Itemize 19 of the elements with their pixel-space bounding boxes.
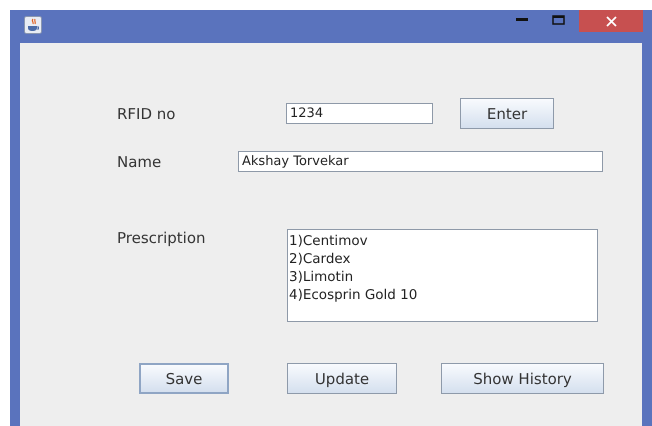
close-icon <box>606 16 616 26</box>
action-button[interactable]: Update <box>287 363 397 394</box>
close-button[interactable] <box>579 10 643 32</box>
prescription-line: 2)Cardex <box>289 250 352 268</box>
name-label: Name <box>117 153 162 171</box>
rfid-label: RFID no <box>117 105 176 123</box>
prescription-label: Prescription <box>117 229 206 247</box>
rfid-field[interactable]: 1234 <box>286 103 433 124</box>
action-button[interactable]: Save <box>139 363 229 394</box>
prescription-line: 1)Centimov <box>289 232 369 250</box>
enter-button[interactable]: Enter <box>460 98 554 129</box>
prescription-line: 4)Ecosprin Gold 10 <box>289 286 418 304</box>
prescription-text-area[interactable]: 1)Centimov 2)Cardex 3)Limotin 4)Ecosprin Gold 10 <box>287 229 598 322</box>
prescription-line: 3)Limotin <box>289 268 354 286</box>
action-button[interactable]: Show History <box>441 363 604 394</box>
name-field[interactable]: Akshay Torvekar <box>238 151 603 172</box>
maximize-icon <box>552 15 564 25</box>
minimize-icon <box>516 18 528 22</box>
cup-icon <box>24 16 42 34</box>
